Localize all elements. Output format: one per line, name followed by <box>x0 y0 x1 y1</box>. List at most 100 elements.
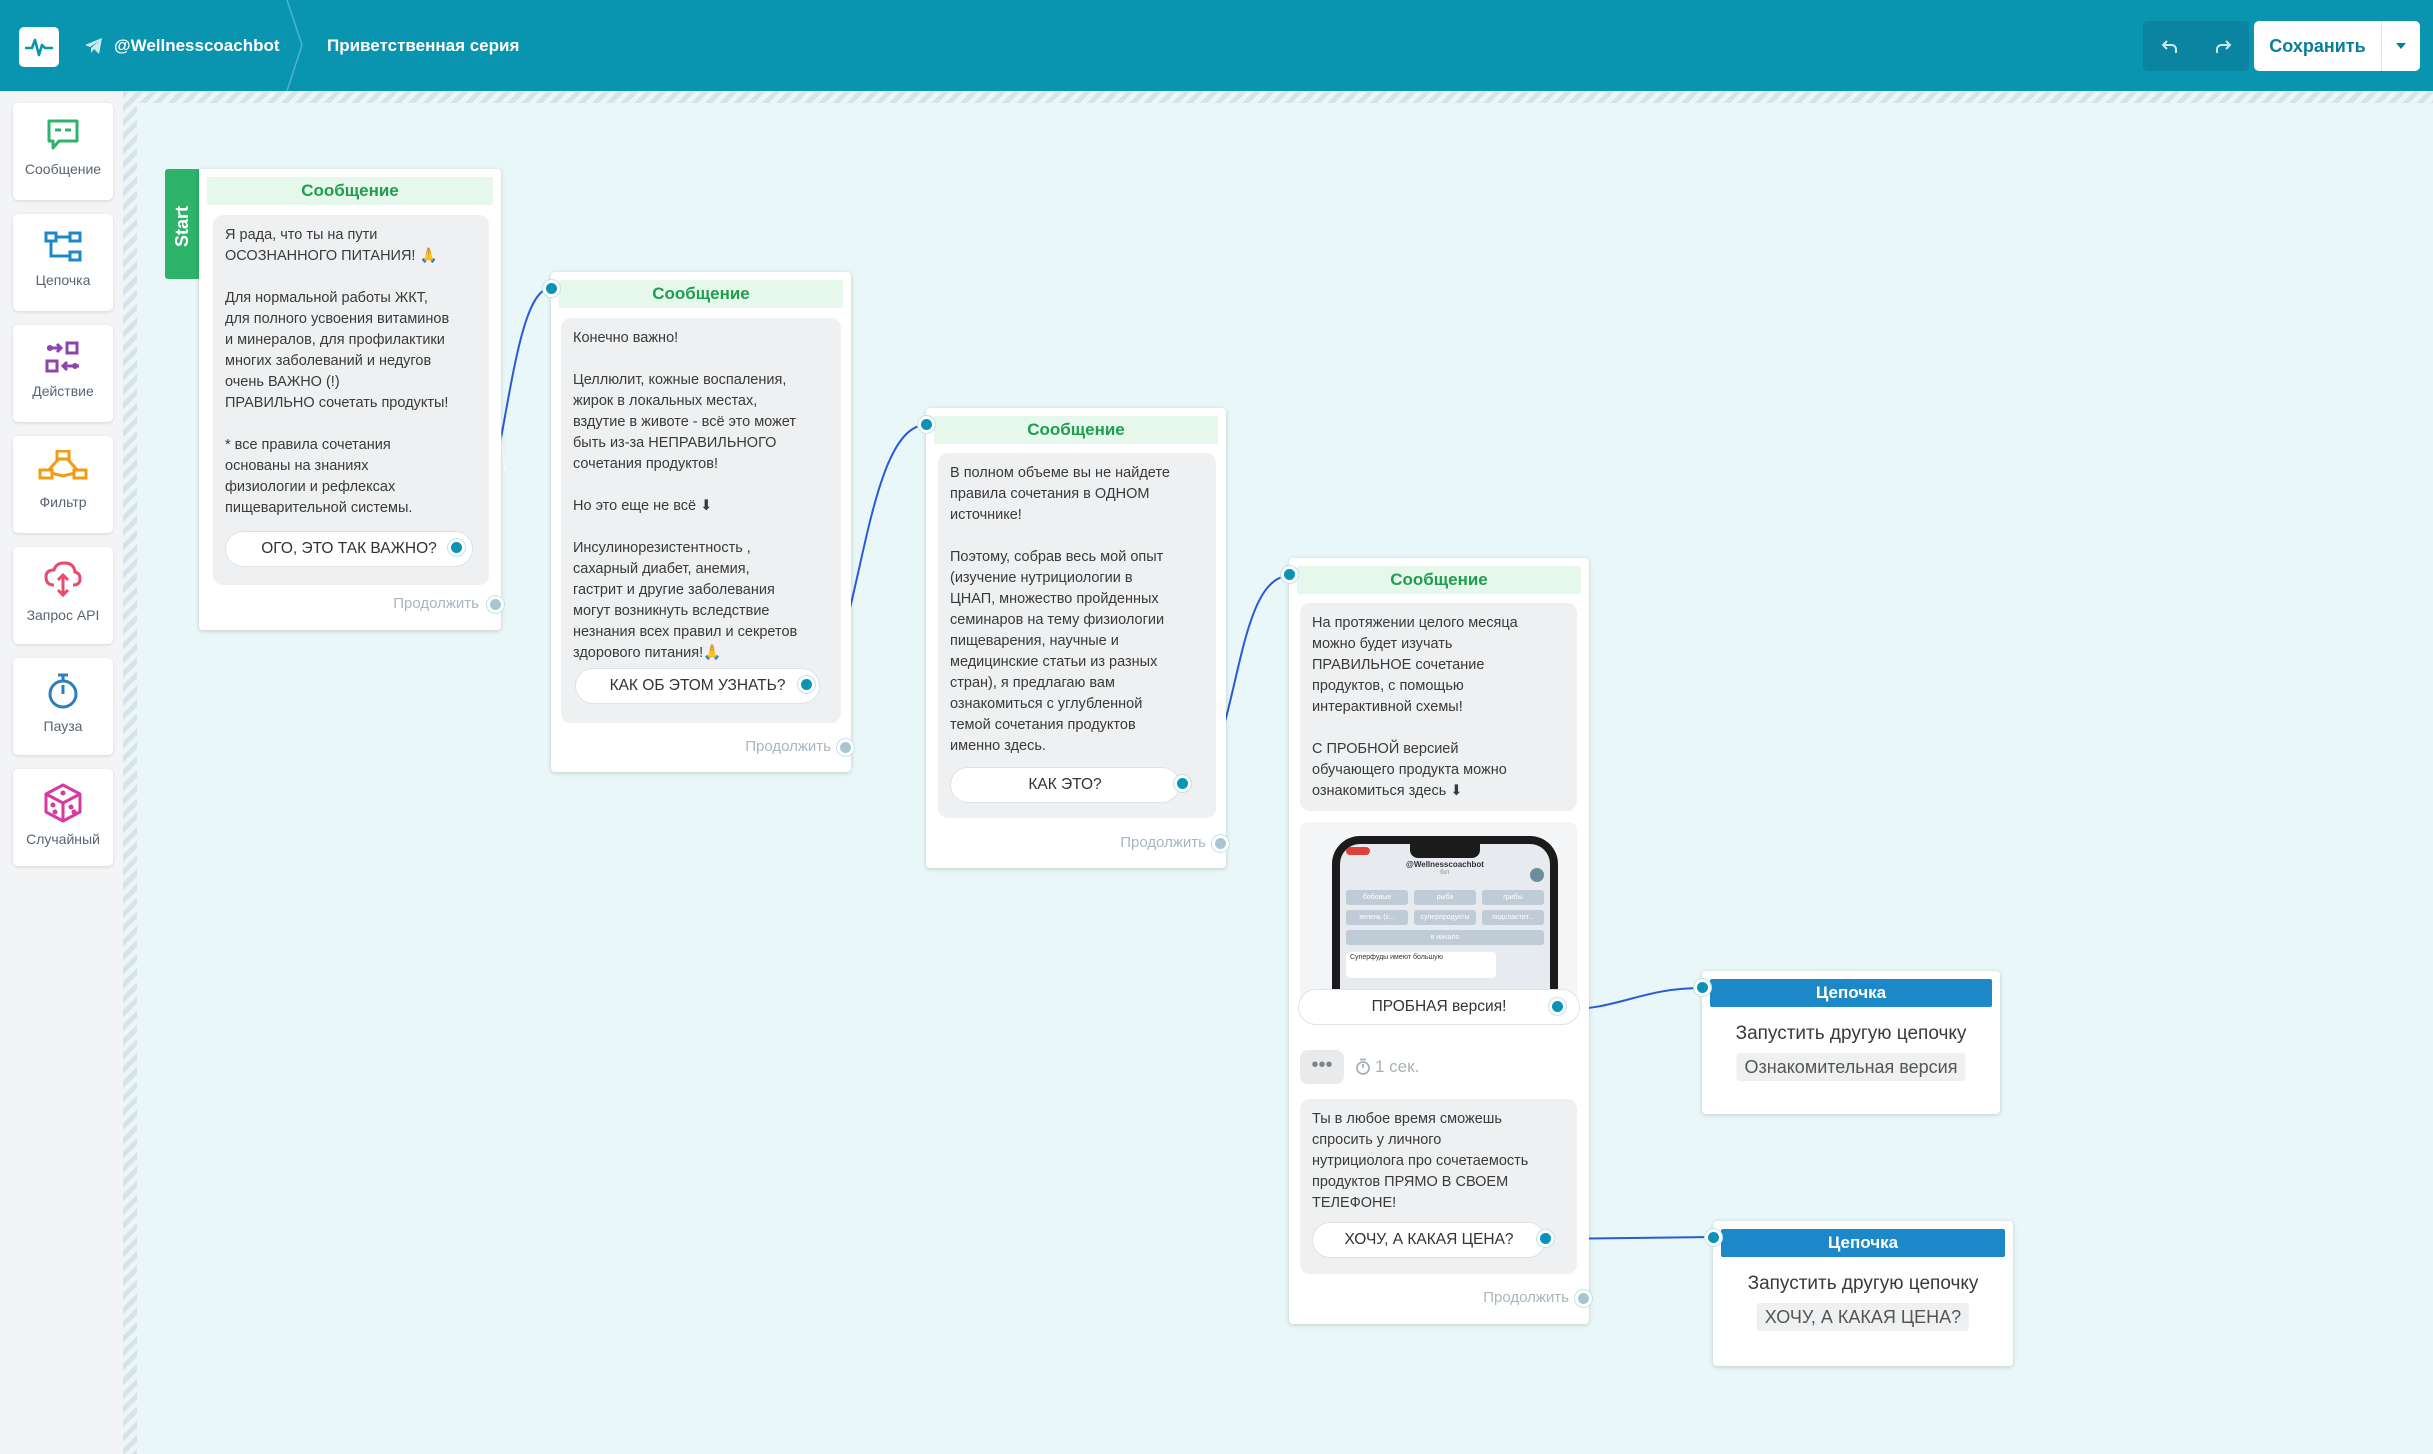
breadcrumb-bot[interactable]: @Wellnesscoachbot <box>84 31 280 61</box>
undo-button[interactable] <box>2143 21 2196 71</box>
sidebar-item-label: Фильтр <box>39 494 87 510</box>
reply-button[interactable]: ПРОБНАЯ версия! <box>1298 989 1580 1025</box>
pause-icon <box>48 673 78 709</box>
canvas-edge-left <box>123 91 137 1454</box>
message-text: Конечно важно! Целлюлит, кожные воспален… <box>561 318 841 723</box>
typing-dots-icon: ••• <box>1300 1050 1344 1084</box>
continue-port[interactable] <box>1575 1290 1592 1307</box>
message-icon <box>47 119 79 150</box>
continue-label: Продолжить <box>1483 1289 1569 1306</box>
save-button-group: Сохранить <box>2254 21 2420 71</box>
keyboard-key: подсластит... <box>1482 910 1544 925</box>
sidebar-item-label: Цепочка <box>35 272 91 288</box>
node-title: Сообщение <box>934 416 1218 444</box>
api-icon <box>44 561 82 598</box>
sidebar-item-label: Сообщение <box>24 161 102 177</box>
chain-action: Запустить другую цепочку <box>1735 1023 1967 1044</box>
input-port[interactable] <box>918 416 935 433</box>
message-text: На протяжении целого месяца можно будет … <box>1300 603 1577 811</box>
input-port[interactable] <box>1705 1229 1722 1246</box>
chat-avatar <box>1530 868 1544 882</box>
continue-port[interactable] <box>487 596 504 613</box>
pause-duration: 1 сек. <box>1375 1057 1420 1076</box>
output-port[interactable] <box>448 539 465 556</box>
action-icon <box>45 341 79 373</box>
save-button[interactable]: Сохранить <box>2254 21 2382 71</box>
reply-button[interactable]: КАК ЭТО? <box>950 767 1180 803</box>
redo-button[interactable] <box>2196 21 2249 71</box>
chain-target-tag[interactable]: Ознакомительная версия <box>1736 1053 1966 1081</box>
reply-button[interactable]: ОГО, ЭТО ТАК ВАЖНО? <box>225 531 473 567</box>
keyboard-key: бобовые <box>1346 890 1408 905</box>
start-tab: Start <box>165 169 199 279</box>
message-node-1[interactable]: Сообщение Я рада, что ты на пути ОСОЗНАН… <box>199 169 504 630</box>
start-label: Start <box>172 205 192 247</box>
output-port[interactable] <box>1537 1230 1554 1247</box>
sidebar-item-pause[interactable]: Пауза <box>13 658 113 755</box>
sidebar-item-action[interactable]: Действие <box>13 325 113 422</box>
sidebar-item-label: Действие <box>32 383 94 399</box>
save-options-button[interactable] <box>2382 21 2420 71</box>
reply-button[interactable]: КАК ОБ ЭТОМ УЗНАТЬ? <box>575 668 820 704</box>
redo-icon <box>2215 40 2231 53</box>
input-port[interactable] <box>543 280 560 297</box>
chain-node-2[interactable]: Цепочка Запустить другую цепочку ХОЧУ, А… <box>1705 1221 2013 1366</box>
input-port[interactable] <box>1694 979 1711 996</box>
output-port[interactable] <box>798 676 815 693</box>
bot-name: @Wellnesscoachbot <box>114 36 280 55</box>
sidebar-item-filter[interactable]: Фильтр <box>13 436 113 533</box>
continue-port[interactable] <box>837 739 854 756</box>
timer-icon <box>1356 1058 1370 1075</box>
chain-action: Запустить другую цепочку <box>1747 1273 1979 1294</box>
sidebar-item-chain[interactable]: Цепочка <box>13 214 113 311</box>
phone-notch <box>1410 844 1480 858</box>
page-title: Приветственная серия <box>327 36 520 55</box>
chat-bot-status: бот <box>1440 870 1450 876</box>
output-port[interactable] <box>1174 775 1191 792</box>
undo-redo-group <box>2143 21 2249 71</box>
message-text: Я рада, что ты на пути ОСОЗНАННОГО ПИТАН… <box>213 215 489 585</box>
sidebar-item-random[interactable]: Случайный <box>13 769 113 866</box>
sidebar-item-label: Запрос API <box>26 607 100 623</box>
message-node-3[interactable]: Сообщение В полном объеме вы не найдете … <box>918 408 1229 868</box>
message-node-4[interactable]: Сообщение На протяжении целого месяца мо… <box>1281 558 1592 1324</box>
node-title: Сообщение <box>207 177 493 205</box>
keyboard-key: грибы <box>1482 890 1544 905</box>
undo-icon <box>2161 40 2177 53</box>
continue-label: Продолжить <box>393 595 479 612</box>
phone-mockup: @Wellnesscoachbot бот бобовые рыба грибы… <box>1332 836 1558 1012</box>
filter-icon <box>38 450 88 480</box>
continue-label: Продолжить <box>1120 834 1206 851</box>
keyboard-key: рыба <box>1414 890 1476 905</box>
message-text: В полном объеме вы не найдете правила со… <box>938 453 1216 818</box>
chain-node-1[interactable]: Цепочка Запустить другую цепочку Ознаком… <box>1694 971 2000 1114</box>
chat-bot-name: @Wellnesscoachbot <box>1406 860 1484 869</box>
random-icon <box>44 783 82 823</box>
telegram-icon <box>85 38 102 54</box>
breadcrumb-separator <box>286 0 303 91</box>
reply-button-2[interactable]: ХОЧУ, А КАКАЯ ЦЕНА? <box>1312 1222 1546 1258</box>
node-title: Сообщение <box>559 280 843 308</box>
sidebar-item-api[interactable]: Запрос API <box>13 547 113 644</box>
output-port[interactable] <box>1549 998 1566 1015</box>
sidebar-item-message[interactable]: Сообщение <box>13 103 113 200</box>
app-logo-icon[interactable] <box>19 27 59 67</box>
continue-label: Продолжить <box>745 738 831 755</box>
continue-port[interactable] <box>1212 835 1229 852</box>
canvas-edge-top <box>123 91 2433 103</box>
keyboard-key: зелень (с... <box>1346 910 1408 925</box>
image-attachment[interactable]: @Wellnesscoachbot бот бобовые рыба грибы… <box>1300 822 1577 1012</box>
sidebar: Сообщение Цепочка Действие Фильтр Запрос… <box>0 91 123 1454</box>
sidebar-item-label: Пауза <box>43 718 83 734</box>
node-title: Цепочка <box>1710 979 1992 1007</box>
chain-target-tag[interactable]: ХОЧУ, А КАКАЯ ЦЕНА? <box>1756 1303 1970 1331</box>
keyboard-key: суперпродукты <box>1414 910 1476 925</box>
keyboard-key: в начало <box>1346 930 1544 945</box>
input-port[interactable] <box>1281 566 1298 583</box>
top-bar: @Wellnesscoachbot Приветственная серия С… <box>0 0 2433 91</box>
node-title: Сообщение <box>1297 566 1581 594</box>
sidebar-item-label: Случайный <box>26 831 100 847</box>
pause-delay: 1 сек. <box>1355 1056 1419 1078</box>
message-node-2[interactable]: Сообщение Конечно важно! Целлюлит, кожны… <box>543 272 854 772</box>
status-indicator <box>1346 847 1370 855</box>
